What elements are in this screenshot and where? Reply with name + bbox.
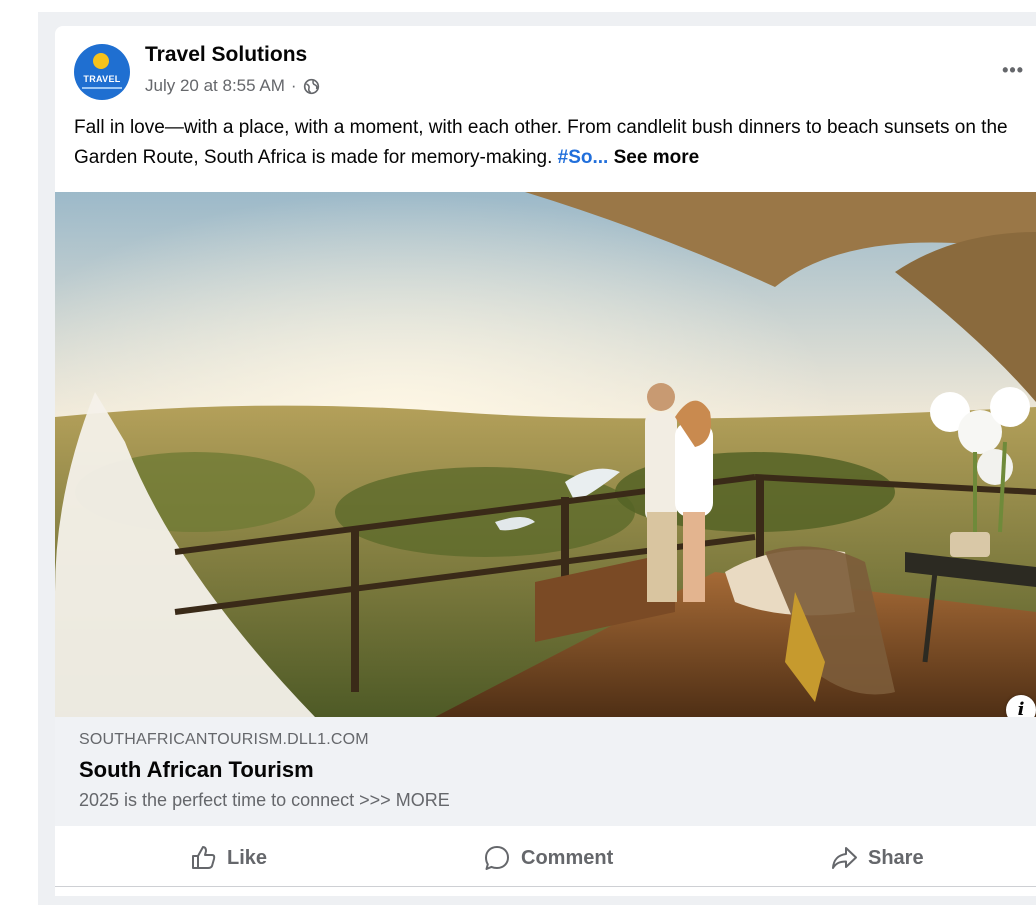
post-meta: July 20 at 8:55 AM · xyxy=(145,76,320,96)
comment-button[interactable]: Comment xyxy=(483,834,613,882)
globe-icon xyxy=(303,78,319,94)
page-left-bg xyxy=(0,0,38,905)
post-image[interactable] xyxy=(55,192,1036,717)
share-arrow-icon xyxy=(832,847,857,869)
avatar-logo-text: TRAVEL xyxy=(83,74,121,84)
link-title: South African Tourism xyxy=(79,757,314,782)
share-label: Share xyxy=(868,846,924,869)
ad-photo-couple-on-deck xyxy=(55,192,1036,717)
meta-separator: · xyxy=(290,76,297,95)
link-description: 2025 is the perfect time to connect >>> … xyxy=(79,790,450,810)
like-label: Like xyxy=(227,846,268,869)
thumbs-up-icon xyxy=(192,846,216,869)
link-preview[interactable]: SOUTHAFRICANTOURISM.DLL1.COM South Afric… xyxy=(55,717,1036,826)
like-button[interactable]: Like xyxy=(189,834,267,882)
sun-logo-icon xyxy=(93,53,109,69)
post-message-text: Fall in love—with a place, with a moment… xyxy=(74,117,1008,168)
page-avatar[interactable]: TRAVEL xyxy=(74,44,130,100)
share-button[interactable]: Share xyxy=(830,834,924,882)
hashtag-link[interactable]: #So... xyxy=(558,147,609,168)
page-top-bg xyxy=(0,0,1036,12)
more-options-icon[interactable]: ••• xyxy=(1002,60,1024,81)
comment-label: Comment xyxy=(521,846,614,869)
post-message: Fall in love—with a place, with a moment… xyxy=(74,113,1036,173)
link-domain: SOUTHAFRICANTOURISM.DLL1.COM xyxy=(79,731,369,748)
post-timestamp[interactable]: July 20 at 8:55 AM xyxy=(145,76,285,96)
post-action-bar: Like Comment Share xyxy=(55,834,1036,882)
action-bar-divider xyxy=(55,886,1036,887)
see-more-link[interactable]: See more xyxy=(614,147,700,168)
post-author-name[interactable]: Travel Solutions xyxy=(145,43,307,67)
comment-bubble-icon xyxy=(485,846,509,870)
avatar-logo-line xyxy=(82,87,122,89)
feed-post-card: TRAVEL Travel Solutions July 20 at 8:55 … xyxy=(55,26,1036,896)
